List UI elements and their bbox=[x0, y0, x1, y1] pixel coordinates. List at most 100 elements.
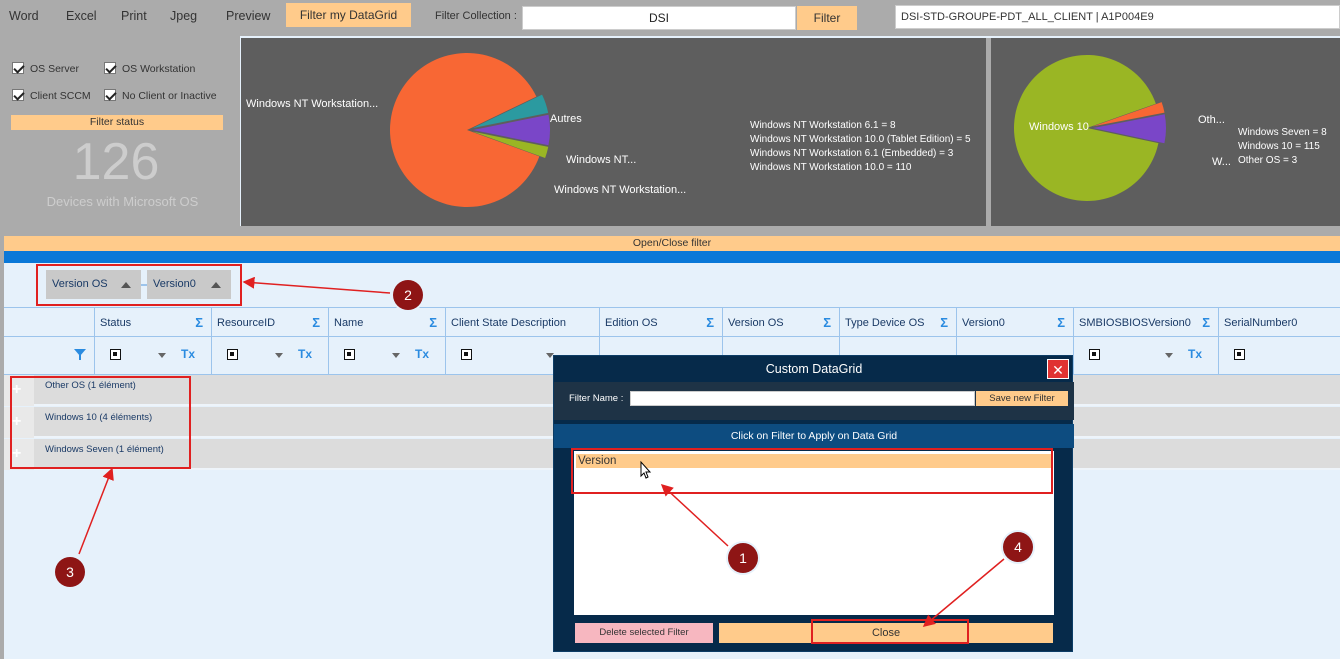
separator bbox=[0, 226, 1340, 236]
checkbox-checked-icon bbox=[12, 62, 24, 74]
preview-button[interactable]: Preview bbox=[226, 4, 270, 28]
column-filter-cell[interactable]: Tx bbox=[94, 337, 211, 375]
filter-name-input[interactable] bbox=[630, 391, 975, 406]
chevron-down-icon[interactable] bbox=[275, 353, 283, 358]
filter-button[interactable]: Filter bbox=[797, 6, 857, 30]
filter-status-button[interactable]: Filter status bbox=[11, 115, 223, 130]
pie-label: Windows NT... bbox=[566, 154, 637, 166]
word-button[interactable]: Word bbox=[9, 4, 39, 28]
clear-filter-icon[interactable]: Tx bbox=[415, 347, 429, 361]
checkbox-label: OS Server bbox=[30, 63, 80, 75]
filter-checkbox[interactable] bbox=[1089, 349, 1100, 360]
save-new-filter-button[interactable]: Save new Filter bbox=[976, 391, 1068, 406]
sigma-icon[interactable]: Σ bbox=[1057, 308, 1065, 338]
chevron-down-icon[interactable] bbox=[392, 353, 400, 358]
open-close-filter-bar[interactable]: Open/Close filter bbox=[4, 236, 1340, 251]
legend-line: Windows NT Workstation 6.1 (Embedded) = … bbox=[750, 148, 954, 159]
collection-name-field[interactable]: DSI-STD-GROUPE-PDT_ALL_CLIENT | A1P004E9 bbox=[895, 5, 1340, 29]
filter-checkbox[interactable] bbox=[110, 349, 121, 360]
chevron-down-icon[interactable] bbox=[158, 353, 166, 358]
checkbox-checked-icon bbox=[104, 89, 116, 101]
column-header-name[interactable]: Name Σ bbox=[328, 308, 445, 338]
no-client-checkbox[interactable]: No Client or Inactive bbox=[104, 89, 217, 102]
column-title: Status bbox=[100, 317, 132, 329]
column-title: SMBIOSBIOSVersion0 bbox=[1079, 317, 1191, 329]
checkbox-checked-icon bbox=[12, 89, 24, 101]
column-title: Version OS bbox=[728, 317, 784, 329]
column-header-smbios[interactable]: SMBIOSBIOSVersion0 Σ bbox=[1073, 308, 1218, 338]
client-sccm-checkbox[interactable]: Client SCCM bbox=[12, 89, 91, 102]
filter-checkbox[interactable] bbox=[227, 349, 238, 360]
pie-label: Windows 10 bbox=[1029, 121, 1089, 133]
annotation-highlight-4 bbox=[811, 619, 969, 644]
column-header-client-state[interactable]: Client State Description bbox=[445, 308, 599, 338]
filter-collection-input[interactable]: DSI bbox=[522, 6, 796, 30]
sigma-icon[interactable]: Σ bbox=[1202, 308, 1210, 338]
device-count-label: Devices with Microsoft OS bbox=[46, 194, 199, 209]
column-header-resourceid[interactable]: ResourceID Σ bbox=[211, 308, 328, 338]
sigma-icon[interactable]: Σ bbox=[195, 308, 203, 338]
column-filter-cell[interactable] bbox=[1218, 337, 1340, 375]
filter-my-datagrid-button[interactable]: Filter my DataGrid bbox=[286, 3, 411, 27]
column-title: Version0 bbox=[962, 317, 1005, 329]
legend-line: Windows 10 = 115 bbox=[1238, 141, 1320, 152]
grid-header-row: Status Σ ResourceID Σ Name Σ Client State D… bbox=[4, 307, 1340, 338]
column-filter-cell[interactable]: Tx bbox=[211, 337, 328, 375]
column-title: Edition OS bbox=[605, 317, 658, 329]
column-title: Type Device OS bbox=[845, 317, 925, 329]
os-workstation-checkbox[interactable]: OS Workstation bbox=[104, 62, 195, 75]
annotation-highlight-3 bbox=[10, 376, 191, 469]
filter-funnel-icon[interactable] bbox=[74, 349, 86, 360]
column-header-serial[interactable]: SerialNumber0 bbox=[1218, 308, 1340, 338]
legend-line: Windows NT Workstation 10.0 = 110 bbox=[750, 162, 912, 173]
filter-checkbox[interactable] bbox=[461, 349, 472, 360]
chevron-down-icon[interactable] bbox=[1165, 353, 1173, 358]
excel-button[interactable]: Excel bbox=[66, 4, 97, 28]
print-button[interactable]: Print bbox=[121, 4, 147, 28]
clear-filter-icon[interactable]: Tx bbox=[181, 347, 195, 361]
sigma-icon[interactable]: Σ bbox=[706, 308, 714, 338]
jpeg-button[interactable]: Jpeg bbox=[170, 4, 197, 28]
filter-name-label: Filter Name : bbox=[569, 393, 624, 404]
pie-label: Windows NT Workstation... bbox=[246, 98, 379, 110]
filter-collection-label: Filter Collection : bbox=[435, 10, 517, 22]
column-header-edition-os[interactable]: Edition OS Σ bbox=[599, 308, 722, 338]
column-header-type-device[interactable]: Type Device OS Σ bbox=[839, 308, 956, 338]
os-server-checkbox[interactable]: OS Server bbox=[12, 62, 79, 75]
column-header-status[interactable]: Status Σ bbox=[94, 308, 211, 338]
column-title: ResourceID bbox=[217, 317, 276, 329]
checkbox-label: OS Workstation bbox=[122, 63, 196, 75]
checkbox-label: No Client or Inactive bbox=[122, 90, 217, 102]
app-window: Word Excel Print Jpeg Preview Filter my … bbox=[0, 0, 1340, 659]
column-filter-cell[interactable]: Tx bbox=[328, 337, 445, 375]
sigma-icon[interactable]: Σ bbox=[940, 308, 948, 338]
clear-filter-icon[interactable]: Tx bbox=[298, 347, 312, 361]
filter-checkbox[interactable] bbox=[344, 349, 355, 360]
chart-legend: Windows Seven = 8 Windows 10 = 115 Other… bbox=[1238, 126, 1327, 168]
delete-filter-button[interactable]: Delete selected Filter bbox=[575, 623, 713, 643]
column-title: Name bbox=[334, 317, 364, 329]
sigma-icon[interactable]: Σ bbox=[312, 308, 320, 338]
sigma-icon[interactable]: Σ bbox=[823, 308, 831, 338]
pie-label: W... bbox=[1212, 156, 1231, 168]
close-icon[interactable]: ✕ bbox=[1047, 359, 1069, 379]
column-filter-cell[interactable]: Tx bbox=[1073, 337, 1218, 375]
filter-checkbox[interactable] bbox=[1234, 349, 1245, 360]
column-header-version-os[interactable]: Version OS Σ bbox=[722, 308, 839, 338]
toolbar: Word Excel Print Jpeg Preview Filter my … bbox=[0, 0, 1340, 36]
custom-datagrid-dialog: Custom DataGrid ✕ Filter Name : Save new… bbox=[553, 355, 1074, 652]
pie-label: Windows NT Workstation... bbox=[554, 184, 687, 196]
annotation-badge-2: 2 bbox=[393, 280, 423, 310]
chart-legend: Windows NT Workstation 6.1 = 8 Windows N… bbox=[750, 119, 971, 175]
pie-label: Autres bbox=[550, 113, 582, 125]
dialog-title: Custom DataGrid bbox=[765, 362, 863, 376]
column-header-version0[interactable]: Version0 Σ bbox=[956, 308, 1073, 338]
os-family-chart-panel: Windows 10 Oth... W... Windows Seven = 8… bbox=[991, 38, 1340, 226]
annotation-badge-1: 1 bbox=[728, 543, 758, 573]
sigma-icon[interactable]: Σ bbox=[429, 308, 437, 338]
checkbox-label: Client SCCM bbox=[30, 90, 91, 102]
apply-filter-instructions: Click on Filter to Apply on Data Grid bbox=[554, 424, 1074, 448]
legend-line: Windows Seven = 8 bbox=[1238, 127, 1327, 138]
clear-filter-icon[interactable]: Tx bbox=[1188, 347, 1202, 361]
annotation-badge-3: 3 bbox=[55, 557, 85, 587]
